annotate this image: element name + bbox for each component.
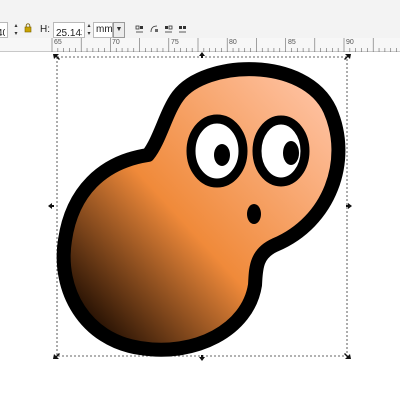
handle-top-center[interactable]	[199, 52, 205, 58]
unit-value: mm	[96, 24, 113, 35]
peanut-body[interactable]	[56, 62, 346, 357]
mouth	[247, 204, 261, 224]
chevron-down-icon[interactable]: ▼	[113, 22, 125, 38]
width-field[interactable]	[0, 22, 8, 41]
ruler-label-70: 70	[112, 39, 120, 46]
right-pupil	[283, 141, 299, 165]
ruler-label-75: 75	[171, 39, 179, 46]
ruler-label-65: 65	[54, 39, 62, 46]
height-field[interactable]	[53, 22, 85, 41]
ruler-label-80: 80	[229, 39, 237, 46]
width-spin-arrows[interactable]: ▴ ▾	[13, 22, 19, 38]
transform-row: ▴▾ H: ▴▾ mm ▼	[0, 20, 400, 41]
unit-select[interactable]: mm	[93, 22, 113, 38]
scale-radius-icon[interactable]	[150, 24, 160, 34]
height-spin-arrows[interactable]: ▴ ▾	[86, 22, 92, 38]
move-pattern-icon[interactable]	[178, 24, 188, 34]
ruler-label-85: 85	[288, 39, 296, 46]
lock-icon[interactable]	[24, 23, 32, 33]
move-gradient-icon[interactable]	[164, 24, 174, 34]
canvas-drawing	[48, 52, 352, 361]
tool-controls-bar: ▴▾ H: ▴▾ mm ▼	[0, 0, 400, 41]
ruler-label-90: 90	[346, 39, 354, 46]
scale-stroke-icon[interactable]	[135, 24, 145, 34]
handle-left-center[interactable]	[48, 203, 54, 209]
drawing-canvas[interactable]	[0, 52, 400, 400]
left-pupil	[214, 144, 230, 166]
horizontal-ruler[interactable]: 65 70 75 80 85 90	[0, 38, 400, 52]
peanut-character[interactable]	[56, 62, 346, 357]
handle-bottom-right[interactable]	[344, 353, 351, 359]
height-label: H:	[40, 24, 50, 35]
